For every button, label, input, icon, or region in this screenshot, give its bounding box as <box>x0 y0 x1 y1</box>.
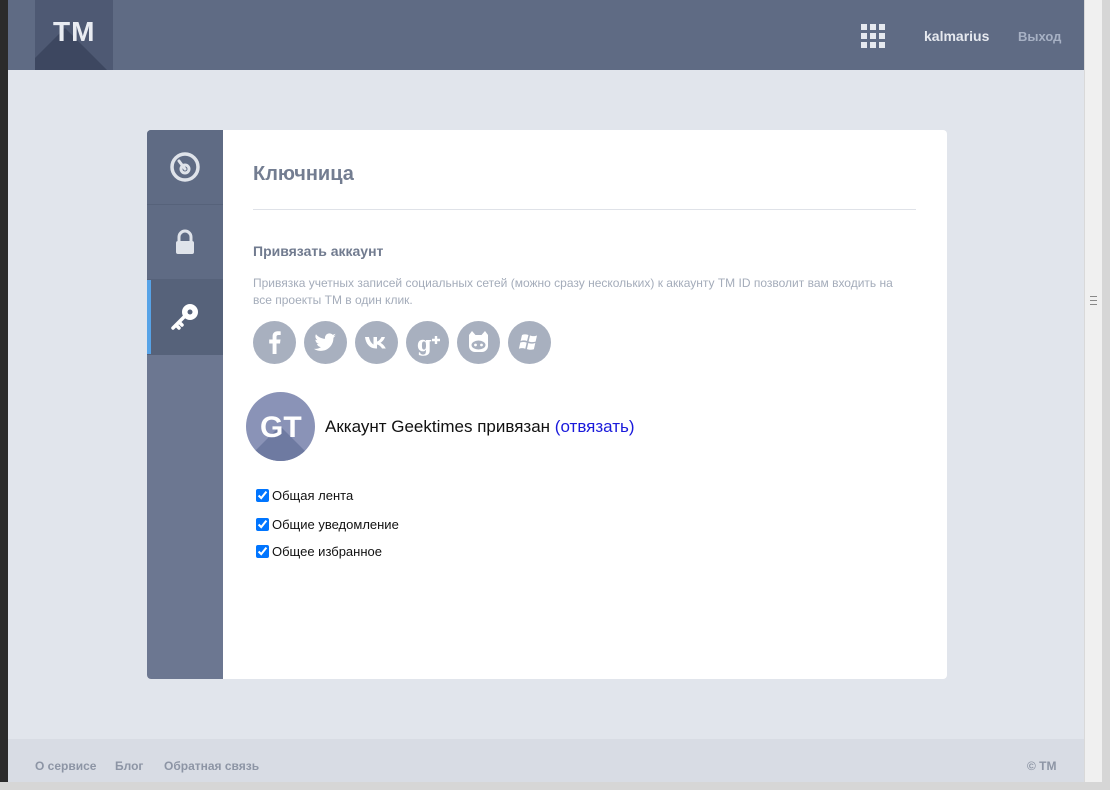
sidebar-item-security[interactable] <box>147 205 223 280</box>
tm-logo[interactable]: TM <box>35 0 113 70</box>
shared-notifications-checkbox[interactable] <box>256 518 269 531</box>
footer-link-blog[interactable]: Блог <box>115 759 143 773</box>
unlink-link[interactable]: (отвязать) <box>555 417 635 436</box>
avatar-text: GT <box>260 411 302 444</box>
title-divider <box>253 209 916 210</box>
browser-window: TM kalmarius Выход Ключница Привязать ак… <box>8 0 1084 782</box>
top-bar: TM kalmarius Выход <box>8 0 1084 70</box>
geektimes-avatar: GT <box>246 392 315 461</box>
option-label: Общие уведомление <box>272 517 399 532</box>
window-border-bottom <box>0 782 1110 790</box>
shared-favorites-checkbox[interactable] <box>256 545 269 558</box>
settings-card: Ключница Привязать аккаунт Привязка учет… <box>147 130 947 679</box>
dashboard-icon <box>170 152 200 182</box>
svg-text:g: g <box>417 331 432 356</box>
shared-feed-checkbox[interactable] <box>256 489 269 502</box>
page-title: Ключница <box>253 163 354 185</box>
linked-account-text: Аккаунт Geektimes привязан <box>325 417 551 436</box>
vertical-scrollbar[interactable] <box>1084 0 1102 782</box>
logout-link[interactable]: Выход <box>1018 29 1061 44</box>
option-label: Общее избранное <box>272 544 382 559</box>
linked-account-status: Аккаунт Geektimes привязан (отвязать) <box>325 417 635 437</box>
username-link[interactable]: kalmarius <box>924 28 989 44</box>
twitter-button[interactable] <box>304 321 347 364</box>
sidebar-item-dashboard[interactable] <box>147 130 223 205</box>
facebook-button[interactable] <box>253 321 296 364</box>
twitter-icon <box>314 333 336 351</box>
facebook-icon <box>269 331 281 354</box>
footer: О сервисе Блог Обратная связь © TM <box>8 739 1084 782</box>
option-shared-notifications[interactable]: Общие уведомление <box>256 517 399 532</box>
key-icon <box>171 304 198 330</box>
github-button[interactable] <box>457 321 500 364</box>
vk-button[interactable] <box>355 321 398 364</box>
vk-icon <box>365 337 386 349</box>
apps-grid-icon[interactable] <box>861 24 885 48</box>
sidebar <box>147 130 223 679</box>
option-label: Общая лента <box>272 488 354 503</box>
lock-icon <box>176 229 194 254</box>
footer-link-feedback[interactable]: Обратная связь <box>164 759 259 773</box>
window-border-right <box>1102 0 1110 790</box>
logo-text: TM <box>53 16 96 47</box>
copyright: © TM <box>1027 759 1057 773</box>
windows-button[interactable] <box>508 321 551 364</box>
footer-link-about[interactable]: О сервисе <box>35 759 96 773</box>
section-title: Привязать аккаунт <box>253 243 384 259</box>
option-shared-feed[interactable]: Общая лента <box>256 488 353 503</box>
scrollbar-grip-icon <box>1090 296 1097 305</box>
sidebar-item-keys[interactable] <box>147 280 223 355</box>
github-icon <box>469 331 488 352</box>
section-description: Привязка учетных записей социальных сете… <box>253 276 893 307</box>
option-shared-favorites[interactable]: Общее избранное <box>256 544 382 559</box>
google-plus-button[interactable]: g <box>406 321 449 364</box>
google-plus-icon: g <box>417 331 440 356</box>
windows-icon <box>518 334 537 350</box>
